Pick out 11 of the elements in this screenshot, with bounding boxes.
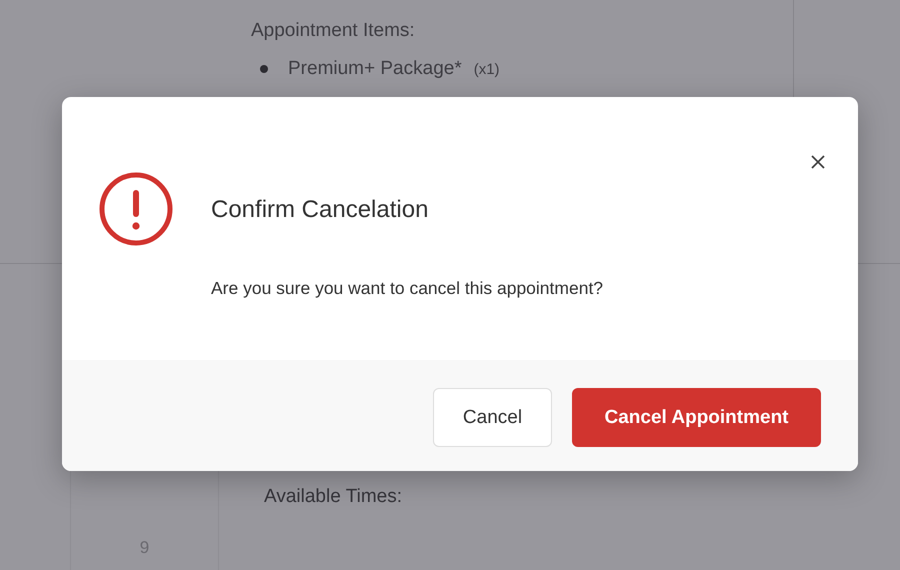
alert-icon <box>98 171 174 247</box>
item-name: Premium+ Package* <box>288 58 462 80</box>
bullet-icon <box>260 65 268 73</box>
dialog-message: Are you sure you want to cancel this appointment? <box>211 278 604 299</box>
confirm-button[interactable]: Cancel Appointment <box>572 388 821 447</box>
cancel-button[interactable]: Cancel <box>433 388 552 447</box>
section-heading: Appointment Items: <box>251 20 416 42</box>
item-quantity: (x1) <box>474 60 500 78</box>
section-heading: Available Times: <box>264 486 402 507</box>
dialog-title: Confirm Cancelation <box>211 196 430 224</box>
close-icon <box>810 154 826 170</box>
